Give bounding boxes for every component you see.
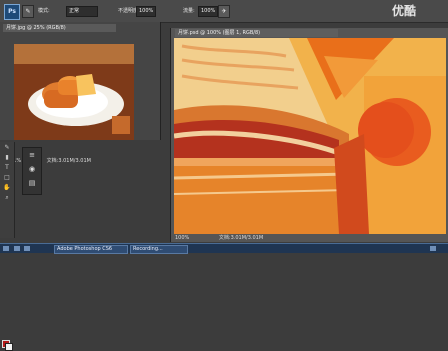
taskbar-item-recording[interactable]: Recording... [130,245,188,254]
zoom-icon[interactable]: ⌕ [2,194,12,202]
start-icon[interactable] [3,246,9,251]
painting-doc-size: 文档:3.01M/3.01M [218,235,264,241]
painting-canvas-image [174,38,446,234]
hand-icon[interactable]: ✋ [2,184,12,192]
background-color-swatch[interactable] [5,343,13,351]
eraser-icon[interactable]: ▮ [2,154,12,162]
color-wheel-icon[interactable]: ◉ [26,164,38,174]
reference-doc-size: 文档:3.01M/3.01M [46,158,91,164]
photoshop-logo: Ps [4,4,20,20]
folder-icon[interactable] [24,246,30,251]
options-bar: Ps ✎ 模式: 正常 不透明度: 100% 流量: 100% ✈ 优酷 [0,0,448,23]
painting-canvas[interactable] [174,38,446,234]
mode-select[interactable]: 正常 [66,6,98,17]
text-icon[interactable]: T [2,164,12,172]
painting-zoom: 100% [175,235,190,241]
document-tab-reference[interactable]: 月饼.jpg @ 25% (RGB/8) [3,24,116,32]
painting-document-window: 月饼.psd @ 100% (图层 1, RGB/8) 100% 文档:3.01 [170,28,448,242]
brush-icon[interactable]: ✎ [2,144,12,152]
flow-label: 流量: [183,8,195,14]
swatches-icon[interactable]: ▤ [26,178,38,188]
brush-preset-panel-icon[interactable]: ≡ [26,150,38,160]
airbrush-icon[interactable]: ✈ [218,5,230,18]
brush-preset-icon[interactable]: ✎ [22,5,34,18]
tray-icon[interactable] [430,246,436,251]
mooncake-photo-image [14,44,134,140]
taskbar-item-photoshop[interactable]: Adobe Photoshop CS6 [54,245,128,254]
ie-icon[interactable] [14,246,20,251]
mooncake-photo [14,44,134,140]
mode-label: 模式: [38,8,50,14]
painting-status-bar: 100% 文档:3.01M/3.01M [175,235,435,241]
rectangle-icon[interactable]: □ [2,174,12,182]
flow-input[interactable]: 100% [198,6,218,17]
opacity-input[interactable]: 100% [136,6,156,17]
reference-document-window: 月饼.jpg @ 25% (RGB/8) 25.01% 文档:3.01M/3.0… [0,22,161,164]
youku-watermark: 优酷 [392,4,417,18]
tools-panel: ✎ ▮ T □ ✋ ⌕ [0,142,15,351]
mini-panel: ≡ ◉ ▤ [22,147,42,195]
document-tab-painting[interactable]: 月饼.psd @ 100% (图层 1, RGB/8) [175,29,338,37]
